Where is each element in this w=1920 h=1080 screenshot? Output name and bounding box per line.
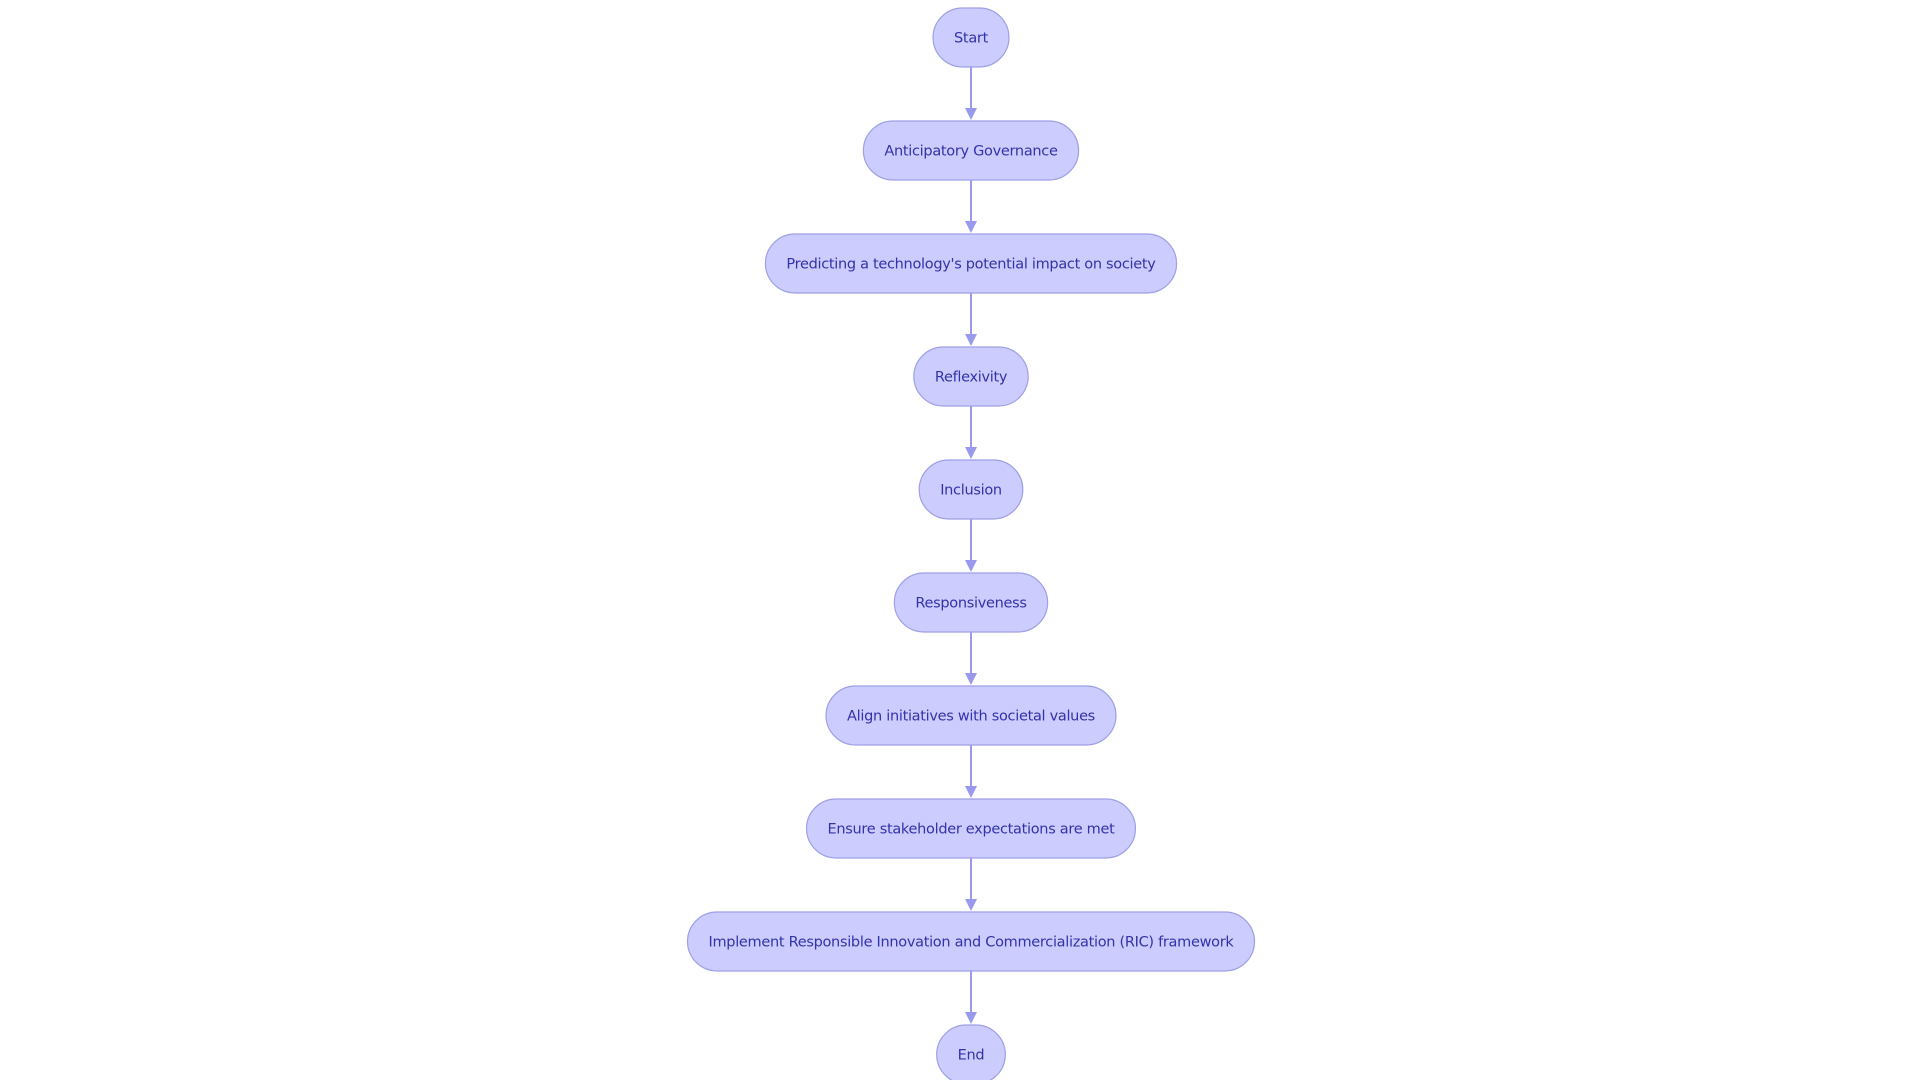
node-label: Implement Responsible Innovation and Com… <box>709 935 1235 951</box>
edge-align-to-ensure <box>965 745 977 798</box>
arrowhead-icon <box>965 334 977 346</box>
arrowhead-icon <box>965 560 977 572</box>
node-label: Align initiatives with societal values <box>847 709 1095 725</box>
node-label: Ensure stakeholder expectations are met <box>828 822 1116 838</box>
arrowhead-icon <box>965 108 977 120</box>
node-label: Anticipatory Governance <box>884 144 1058 160</box>
node-anticipatory: Anticipatory Governance <box>862 120 1080 181</box>
edge-reflexivity-to-inclusion <box>965 406 977 459</box>
arrowhead-icon <box>965 221 977 233</box>
edge-anticipatory-to-predicting <box>965 180 977 233</box>
edge-inclusion-to-responsiveness <box>965 519 977 572</box>
node-predicting: Predicting a technology's potential impa… <box>764 233 1178 294</box>
edge-start-to-anticipatory <box>965 67 977 120</box>
arrowhead-icon <box>965 899 977 911</box>
arrowhead-icon <box>965 786 977 798</box>
flowchart: Start Anticipatory Governance Predicting a… <box>686 7 1256 1080</box>
node-label: End <box>958 1048 985 1064</box>
arrowhead-icon <box>965 1012 977 1024</box>
node-label: Inclusion <box>940 483 1002 499</box>
node-align: Align initiatives with societal values <box>825 685 1117 746</box>
edge-ensure-to-implement <box>965 858 977 911</box>
edges <box>965 67 977 1024</box>
node-ensure: Ensure stakeholder expectations are met <box>805 798 1137 859</box>
node-end: End <box>936 1024 1006 1080</box>
arrowhead-icon <box>965 447 977 459</box>
edge-predicting-to-reflexivity <box>965 293 977 346</box>
edge-implement-to-end <box>965 971 977 1024</box>
node-start: Start <box>932 7 1010 68</box>
node-implement: Implement Responsible Innovation and Com… <box>686 911 1256 972</box>
node-inclusion: Inclusion <box>918 459 1024 520</box>
node-label: Reflexivity <box>935 370 1008 386</box>
node-label: Predicting a technology's potential impa… <box>786 257 1156 273</box>
edge-responsiveness-to-align <box>965 632 977 685</box>
arrowhead-icon <box>965 673 977 685</box>
node-responsiveness: Responsiveness <box>893 572 1049 633</box>
node-label: Responsiveness <box>915 596 1026 612</box>
node-reflexivity: Reflexivity <box>913 346 1029 407</box>
node-label: Start <box>954 31 989 47</box>
